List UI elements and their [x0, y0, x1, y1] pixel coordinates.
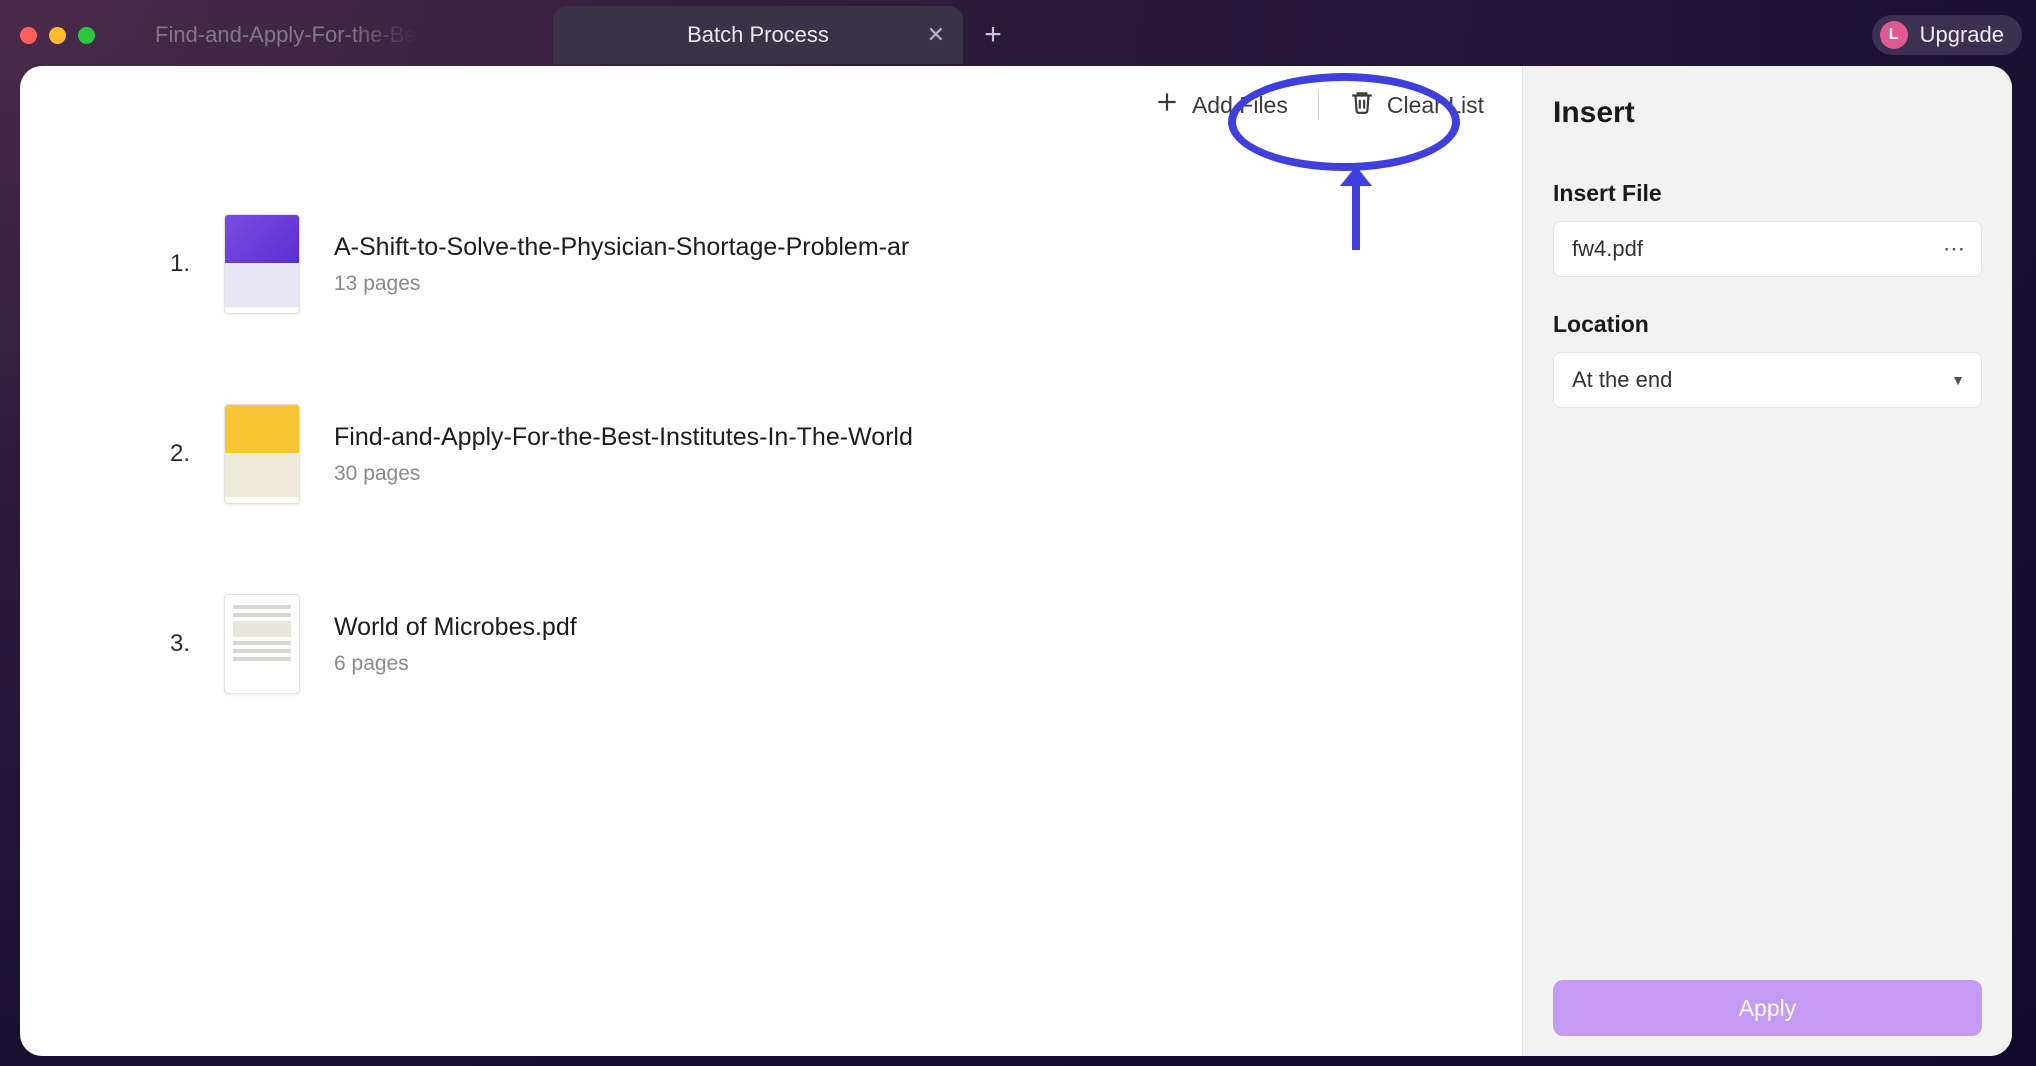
- tab-bar: Find-and-Apply-For-the-Be Batch Process …: [0, 0, 2036, 66]
- list-item[interactable]: 2. Find-and-Apply-For-the-Best-Institute…: [150, 404, 1462, 504]
- upgrade-button[interactable]: L Upgrade: [1872, 15, 2022, 55]
- plus-icon: [1154, 89, 1180, 121]
- panel-title: Insert: [1553, 96, 1982, 130]
- new-tab-button[interactable]: +: [973, 15, 1013, 55]
- tab-inactive[interactable]: Find-and-Apply-For-the-Be: [133, 6, 543, 64]
- row-index: 1.: [150, 250, 190, 278]
- insert-file-label: Insert File: [1553, 180, 1982, 207]
- list-item[interactable]: 1. A-Shift-to-Solve-the-Physician-Shorta…: [150, 214, 1462, 314]
- minimize-window-button[interactable]: [49, 27, 66, 44]
- add-files-button[interactable]: Add Files: [1146, 83, 1296, 127]
- location-select[interactable]: At the end ▼: [1553, 352, 1982, 408]
- row-index: 3.: [150, 630, 190, 658]
- tab-title: Find-and-Apply-For-the-Be: [155, 22, 417, 48]
- apply-label: Apply: [1739, 995, 1797, 1022]
- tab-title: Batch Process: [687, 22, 829, 48]
- file-pages: 6 pages: [334, 652, 577, 676]
- app-window: Add Files Clear List 1.: [20, 66, 2012, 1056]
- file-name: A-Shift-to-Solve-the-Physician-Shortage-…: [334, 233, 909, 262]
- file-list: 1. A-Shift-to-Solve-the-Physician-Shorta…: [20, 144, 1522, 1056]
- ellipsis-icon: ⋯: [1943, 236, 1965, 262]
- browse-button[interactable]: ⋯: [1937, 232, 1971, 266]
- close-tab-icon[interactable]: ✕: [927, 24, 945, 46]
- file-thumbnail: [224, 594, 300, 694]
- location-value: At the end: [1572, 367, 1672, 393]
- close-window-button[interactable]: [20, 27, 37, 44]
- window-controls: [20, 27, 95, 44]
- maximize-window-button[interactable]: [78, 27, 95, 44]
- toolbar-divider: [1318, 90, 1319, 120]
- upgrade-label: Upgrade: [1920, 22, 2004, 48]
- apply-button[interactable]: Apply: [1553, 980, 1982, 1036]
- chevron-down-icon: ▼: [1951, 372, 1965, 388]
- side-panel: Insert Insert File fw4.pdf ⋯ Location At…: [1522, 66, 2012, 1056]
- insert-file-field[interactable]: fw4.pdf ⋯: [1553, 221, 1982, 277]
- avatar-initial: L: [1889, 26, 1899, 44]
- insert-file-value: fw4.pdf: [1572, 236, 1643, 262]
- file-name: World of Microbes.pdf: [334, 613, 577, 642]
- clear-list-button[interactable]: Clear List: [1341, 83, 1492, 127]
- avatar: L: [1880, 21, 1908, 49]
- file-pages: 13 pages: [334, 272, 909, 296]
- location-label: Location: [1553, 311, 1982, 338]
- add-files-label: Add Files: [1192, 92, 1288, 119]
- toolbar: Add Files Clear List: [20, 66, 1522, 144]
- tab-active[interactable]: Batch Process ✕: [553, 6, 963, 64]
- row-index: 2.: [150, 440, 190, 468]
- file-name: Find-and-Apply-For-the-Best-Institutes-I…: [334, 423, 913, 452]
- file-thumbnail: [224, 214, 300, 314]
- main-pane: Add Files Clear List 1.: [20, 66, 1522, 1056]
- file-pages: 30 pages: [334, 462, 913, 486]
- file-thumbnail: [224, 404, 300, 504]
- list-item[interactable]: 3. World of Microbes.pdf 6 pages: [150, 594, 1462, 694]
- trash-icon: [1349, 89, 1375, 121]
- clear-list-label: Clear List: [1387, 92, 1484, 119]
